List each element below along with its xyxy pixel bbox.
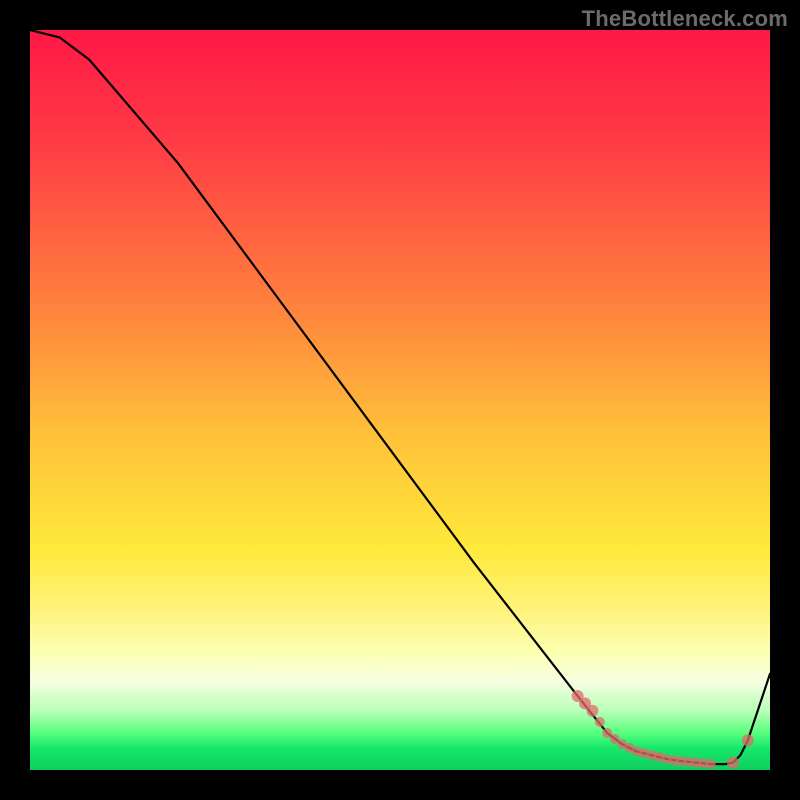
marker-dot (742, 734, 754, 746)
chart-frame: TheBottleneck.com (0, 0, 800, 800)
marker-dot (727, 757, 739, 769)
plot-area (30, 30, 770, 770)
bottleneck-curve (30, 30, 770, 764)
plateau-markers (572, 690, 754, 769)
marker-dot (706, 759, 716, 769)
watermark-text: TheBottleneck.com (582, 6, 788, 32)
chart-svg (30, 30, 770, 770)
marker-dot (595, 717, 605, 727)
marker-dot (586, 705, 598, 717)
